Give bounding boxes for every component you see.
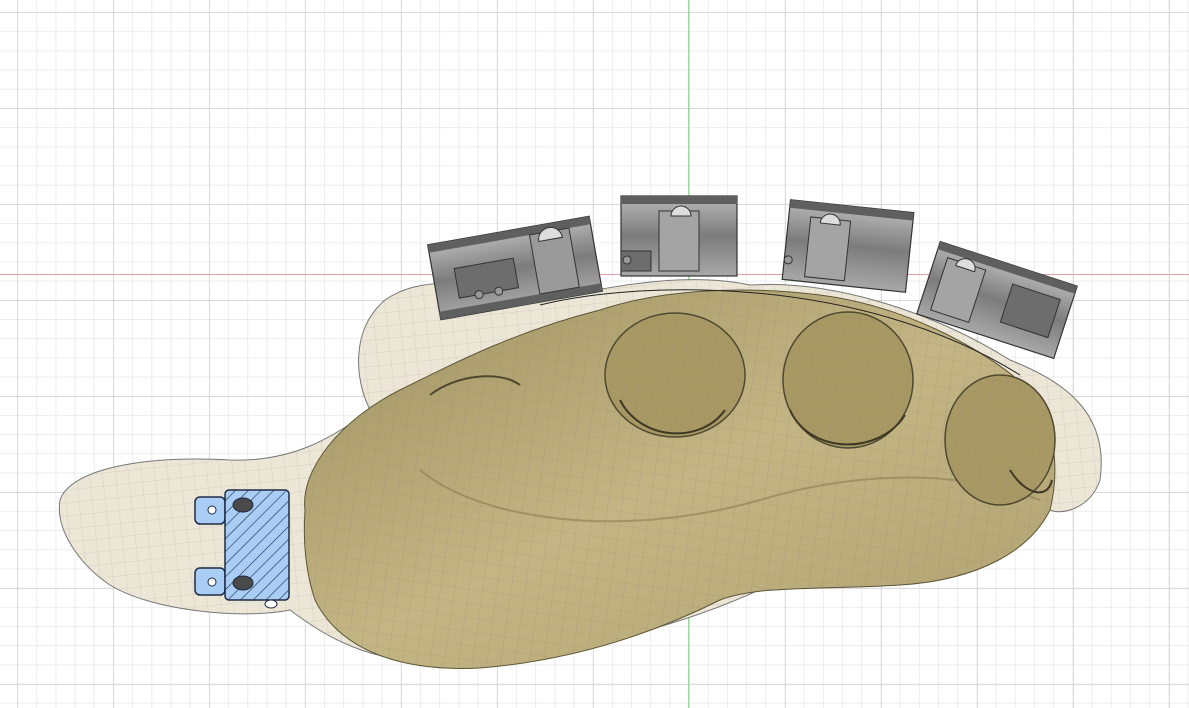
canvas-viewport[interactable] [0, 0, 1189, 708]
finger-socket-2[interactable] [782, 311, 914, 449]
finger-socket-3[interactable] [944, 374, 1056, 506]
actuator-module-3[interactable] [781, 199, 915, 293]
actuator-module-2[interactable] [620, 195, 738, 277]
finger-socket-1[interactable] [604, 312, 746, 438]
model-scene[interactable] [0, 0, 1189, 708]
